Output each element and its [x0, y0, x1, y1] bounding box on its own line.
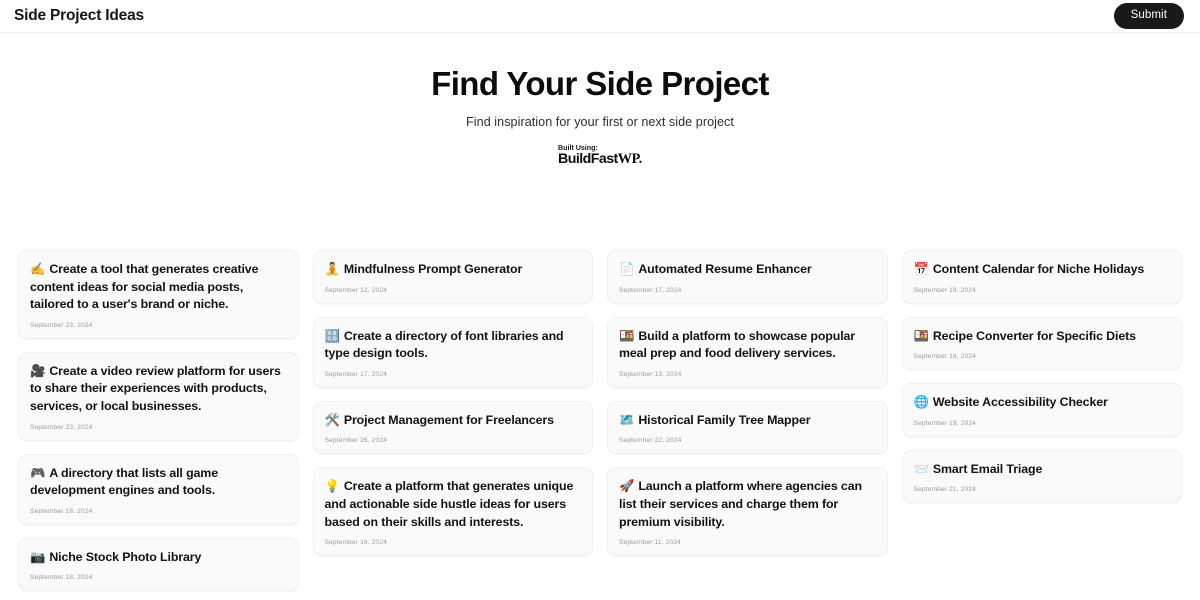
idea-card-date: September 18, 2024 [30, 574, 93, 582]
world-map-emoji: 🗺️ [619, 412, 635, 427]
idea-card-title-text: Automated Resume Enhancer [638, 262, 812, 276]
idea-card-date: September 17, 2024 [619, 286, 682, 294]
idea-card-title: 📷 Niche Stock Photo Library [30, 549, 287, 567]
bento-box-emoji: 🍱 [913, 328, 929, 343]
idea-card-title: 💡 Create a platform that generates unique… [325, 478, 582, 531]
idea-card-title: 📨 Smart Email Triage [914, 461, 1171, 479]
idea-card-date: September 26, 2024 [324, 437, 387, 445]
built-using-label: Built Using: [558, 142, 598, 152]
hero-section: Find Your Side Project Find inspiration … [0, 33, 1200, 167]
idea-card-title-text: Niche Stock Photo Library [49, 549, 202, 564]
idea-card-title-text: Mindfulness Prompt Generator [343, 262, 523, 276]
idea-card-date: September 17, 2024 [324, 370, 387, 378]
calendar-emoji: 📅 [913, 262, 929, 276]
idea-card[interactable]: 🍱 Build a platform to showcase popular me… [607, 316, 888, 388]
idea-card-title-text: Launch a platform where agencies can lis… [619, 479, 862, 529]
logo-main-text: BuildFast [558, 151, 618, 168]
idea-card[interactable]: 📷 Niche Stock Photo Library September 18, … [18, 537, 299, 592]
idea-card[interactable]: 💡 Create a platform that generates unique… [312, 467, 593, 557]
idea-card-title: 🧘 Mindfulness Prompt Generator [325, 261, 582, 279]
idea-card-grid: ✍️ Create a tool that generates creative … [0, 250, 1200, 592]
input-latin-uppercase-emoji: 🔠 [324, 328, 340, 343]
idea-card-title: 🍱 Build a platform to showcase popular me… [619, 328, 876, 363]
idea-card-title: 🗺️ Historical Family Tree Mapper [619, 412, 876, 430]
idea-column: ✍️ Create a tool that generates creative … [18, 250, 299, 592]
page-title: Side Project Ideas [14, 7, 144, 25]
submit-button[interactable]: Submit [1113, 3, 1184, 29]
idea-card-title-text: Create a platform that generates unique … [324, 479, 574, 529]
idea-column: 📄 Automated Resume Enhancer September 17, … [607, 250, 888, 557]
idea-card-date: September 19, 2024 [913, 419, 976, 427]
idea-card-title-text: Create a video review platform for users… [30, 363, 281, 414]
idea-card[interactable]: 🧘 Mindfulness Prompt Generator September 1… [312, 250, 593, 304]
idea-card-date: September 12, 2024 [324, 286, 387, 294]
video-game-emoji: 🎮 [30, 465, 46, 480]
bento-box-emoji: 🍱 [619, 328, 635, 343]
idea-card-title-text: Website Accessibility Checker [932, 395, 1108, 410]
idea-card-title-text: A directory that lists all game developm… [30, 465, 218, 498]
idea-card[interactable]: 🎮 A directory that lists all game develop… [18, 453, 299, 525]
idea-card-date: September 18, 2024 [30, 507, 93, 515]
idea-card-title: 🛠️ Project Management for Freelancers [325, 412, 582, 430]
writing-hand-emoji: ✍️ [30, 262, 46, 276]
idea-card[interactable]: 🚀 Launch a platform where agencies can li… [607, 467, 888, 557]
idea-card-title-text: Create a tool that generates creative co… [30, 262, 259, 312]
idea-card-title-text: Historical Family Tree Mapper [638, 412, 811, 427]
idea-card-title-text: Build a platform to showcase popular mea… [619, 328, 855, 361]
idea-card-title-text: Smart Email Triage [932, 461, 1043, 476]
idea-card[interactable]: 📅 Content Calendar for Niche Holidays Sept… [901, 250, 1182, 304]
idea-card-date: September 19, 2024 [913, 286, 976, 294]
idea-card-date: September 13, 2024 [619, 370, 682, 378]
idea-card-title-text: Create a directory of font libraries and… [324, 328, 564, 361]
idea-card-title: 🌐 Website Accessibility Checker [914, 394, 1171, 412]
idea-card-title: 📅 Content Calendar for Niche Holidays [914, 261, 1171, 279]
top-bar: Side Project Ideas Submit [0, 0, 1200, 33]
idea-card-date: September 18, 2024 [913, 353, 976, 361]
movie-camera-emoji: 🎥 [30, 363, 46, 378]
meditation-emoji: 🧘 [324, 262, 340, 276]
built-using-badge-wrap: Built Using: BuildFastWP. [0, 143, 1200, 167]
idea-card-title-text: Recipe Converter for Specific Diets [932, 328, 1136, 343]
idea-card-date: September 22, 2024 [619, 437, 682, 445]
globe-with-meridians-emoji: 🌐 [913, 395, 929, 410]
hammer-and-wrench-emoji: 🛠️ [324, 412, 340, 427]
idea-card-date: September 16, 2024 [324, 539, 387, 547]
buildfastwp-logo: BuildFastWP. [558, 152, 642, 166]
built-using-badge[interactable]: Built Using: BuildFastWP. [555, 143, 645, 167]
idea-card[interactable]: 🔠 Create a directory of font libraries an… [312, 316, 593, 388]
idea-card-title: 🔠 Create a directory of font libraries an… [325, 328, 582, 363]
idea-card-title: 🎮 A directory that lists all game develop… [30, 465, 287, 500]
camera-emoji: 📷 [30, 549, 46, 564]
idea-card[interactable]: 🛠️ Project Management for Freelancers Sept… [312, 400, 593, 455]
idea-card[interactable]: ✍️ Create a tool that generates creative … [18, 250, 299, 339]
hero-subtitle: Find inspiration for your first or next … [466, 114, 734, 129]
idea-card-title: 🎥 Create a video review platform for user… [30, 363, 287, 416]
idea-card[interactable]: 🗺️ Historical Family Tree Mapper September… [607, 400, 888, 455]
idea-card-title: ✍️ Create a tool that generates creative … [30, 261, 287, 314]
idea-card-date: September 11, 2024 [619, 539, 681, 547]
idea-card[interactable]: 🎥 Create a video review platform for user… [18, 351, 299, 441]
idea-card-title-text: Content Calendar for Niche Holidays [932, 262, 1145, 276]
idea-card-date: September 23, 2024 [30, 423, 93, 431]
idea-card-title-text: Project Management for Freelancers [343, 412, 554, 427]
idea-card[interactable]: 🍱 Recipe Converter for Specific Diets Sept… [901, 316, 1182, 371]
idea-card-title: 🚀 Launch a platform where agencies can li… [619, 478, 876, 531]
idea-card-title: 📄 Automated Resume Enhancer [619, 261, 876, 279]
rocket-emoji: 🚀 [619, 479, 635, 494]
incoming-envelope-emoji: 📨 [913, 461, 929, 476]
idea-card-date: September 23, 2024 [30, 321, 93, 329]
hero-title: Find Your Side Project [431, 65, 769, 102]
idea-column: 🧘 Mindfulness Prompt Generator September 1… [312, 250, 593, 557]
light-bulb-emoji: 💡 [324, 479, 340, 494]
page-facing-up-emoji: 📄 [619, 262, 635, 276]
idea-card-date: September 21, 2024 [913, 486, 976, 494]
idea-card-title: 🍱 Recipe Converter for Specific Diets [914, 328, 1171, 346]
idea-card[interactable]: 🌐 Website Accessibility Checker September … [901, 383, 1182, 437]
logo-suffix-text: WP. [617, 151, 643, 168]
idea-card[interactable]: 📄 Automated Resume Enhancer September 17, … [607, 250, 888, 304]
idea-card[interactable]: 📨 Smart Email Triage September 21, 2024 [901, 449, 1182, 504]
idea-column: 📅 Content Calendar for Niche Holidays Sept… [901, 250, 1182, 504]
